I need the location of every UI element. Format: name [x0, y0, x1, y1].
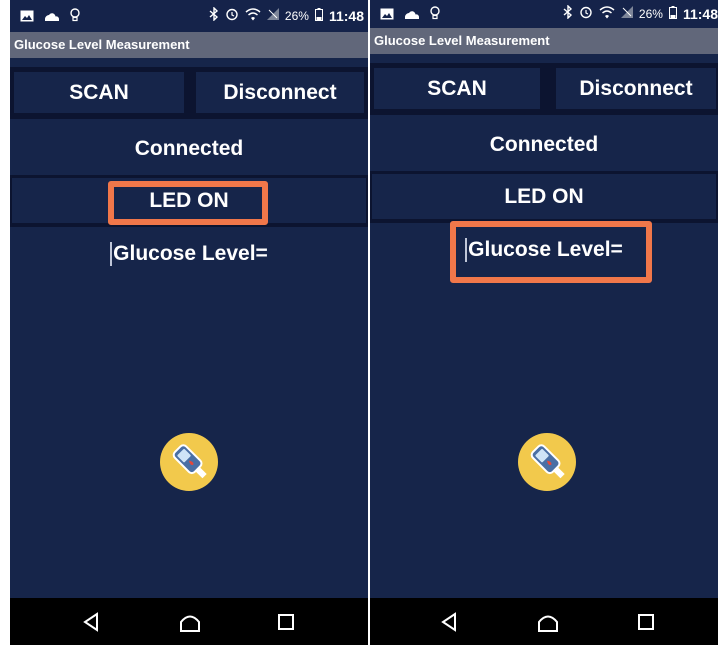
signal-icon: [266, 8, 279, 23]
back-icon[interactable]: [438, 610, 462, 634]
alarm-icon: [579, 5, 593, 22]
glucose-meter-icon[interactable]: [160, 433, 218, 491]
back-icon[interactable]: [80, 610, 104, 634]
clock-time: 11:48: [682, 5, 718, 22]
wifi-icon: [599, 5, 615, 22]
connection-status: Connected: [370, 120, 718, 170]
disconnect-button-label: Disconnect: [223, 80, 337, 104]
status-bar: 26% 11:48: [10, 0, 368, 32]
phone-screen-left: 26% 11:48 Glucose Level Measurement SCAN…: [10, 0, 368, 645]
status-bar: 26% 11:48: [370, 0, 718, 28]
connection-status: Connected: [10, 124, 368, 174]
recents-icon[interactable]: [634, 610, 658, 634]
connection-status-text: Connected: [134, 137, 244, 160]
glucose-level-text: Glucose Level=: [10, 236, 368, 272]
scan-button[interactable]: SCAN: [12, 70, 186, 115]
alarm-icon: [225, 7, 239, 24]
led-button-row: LED ON: [10, 175, 368, 227]
battery-percent: 26%: [638, 6, 663, 21]
navigation-bar: [370, 598, 718, 645]
recents-icon[interactable]: [274, 610, 298, 634]
button-row: SCAN Disconnect: [370, 63, 718, 115]
glucose-level-label: Glucose Level=: [468, 238, 623, 261]
bulb-icon: [430, 6, 440, 24]
led-button-label: LED ON: [504, 184, 584, 208]
app-title-bar: Glucose Level Measurement: [370, 28, 718, 54]
scan-button-label: SCAN: [427, 76, 487, 100]
battery-icon: [314, 7, 323, 24]
led-button-label: LED ON: [149, 188, 229, 212]
phone-screen-right: 26% 11:48 Glucose Level Measurement SCAN…: [370, 0, 718, 645]
bulb-icon: [70, 8, 80, 26]
disconnect-button[interactable]: Disconnect: [194, 70, 366, 115]
app-title-bar: Glucose Level Measurement: [10, 32, 368, 58]
scan-button-label: SCAN: [69, 80, 129, 104]
app-title: Glucose Level Measurement: [14, 37, 190, 52]
connection-status-text: Connected: [489, 133, 599, 156]
home-icon[interactable]: [178, 610, 202, 634]
scan-button[interactable]: SCAN: [372, 66, 542, 111]
led-button[interactable]: LED ON: [372, 174, 716, 219]
led-button[interactable]: LED ON: [12, 178, 366, 223]
home-icon[interactable]: [536, 610, 560, 634]
bluetooth-icon: [563, 4, 573, 22]
glucose-meter-icon[interactable]: [518, 433, 576, 491]
led-button-row: LED ON: [370, 171, 718, 223]
navigation-bar: [10, 598, 368, 645]
glucose-level-text: Glucose Level=: [370, 232, 718, 268]
battery-icon: [668, 5, 677, 22]
image-icon: [20, 10, 34, 25]
battery-percent: 26%: [284, 8, 309, 23]
text-cursor: [110, 242, 113, 266]
cloud-icon: [44, 10, 60, 25]
wifi-icon: [245, 7, 261, 24]
bluetooth-icon: [209, 6, 219, 24]
button-row: SCAN Disconnect: [10, 67, 368, 119]
disconnect-button[interactable]: Disconnect: [554, 66, 718, 111]
disconnect-button-label: Disconnect: [579, 76, 693, 100]
text-cursor: [465, 238, 468, 262]
clock-time: 11:48: [328, 7, 364, 24]
app-title: Glucose Level Measurement: [374, 33, 550, 48]
glucose-level-label: Glucose Level=: [113, 242, 268, 265]
signal-icon: [620, 6, 633, 21]
image-icon: [380, 8, 394, 23]
cloud-icon: [404, 8, 420, 23]
